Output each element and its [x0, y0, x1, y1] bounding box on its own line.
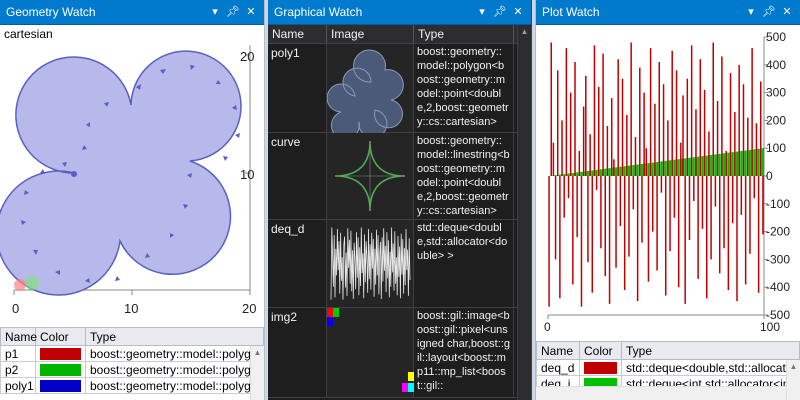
graphical-watch-table: Name Image Type poly1 boost::geometry::m…: [268, 25, 531, 398]
close-icon[interactable]: ✕: [244, 5, 258, 19]
table-row[interactable]: poly1 boost::geometry::model::polygon: [0, 377, 264, 394]
x-tick-label: 10: [124, 301, 138, 316]
x-tick-label: 100: [760, 320, 780, 334]
vertical-scrollbar[interactable]: ▲: [517, 25, 531, 400]
plot-watch-title: Plot Watch: [542, 5, 600, 19]
poly1-preview: [326, 44, 414, 140]
plot-canvas: 5004003002001000-100-200-300-400-5000 100: [544, 30, 790, 334]
deq-d-preview: [327, 220, 414, 307]
pin-icon[interactable]: 📌︎: [226, 5, 240, 19]
variable-type: std::deque<double,std::allocator<double>…: [621, 359, 800, 376]
dropdown-icon[interactable]: ▾: [475, 5, 489, 19]
geometry-watch-title: Geometry Watch: [6, 5, 96, 19]
vertical-scrollbar[interactable]: ▲: [250, 346, 264, 400]
y-tick-label: 500: [766, 30, 786, 44]
x-tick-label: 0: [12, 301, 19, 316]
scroll-up-icon[interactable]: ▲: [787, 360, 800, 374]
table-row[interactable]: deq_d std::deque<double,std::allocator<d…: [268, 220, 531, 308]
deq-d-sparkline: [330, 227, 411, 300]
y-tick-label: 300: [766, 86, 786, 100]
geometry-watch-pane: Geometry Watch ▾ 📌︎ ✕ cartesian 0 10 20 …: [0, 0, 265, 400]
plot-watch-pane: Plot Watch ▾ 📌︎ ✕ 500 400 300 200 100 0 -100 -2…: [535, 0, 800, 400]
column-header-name[interactable]: Name: [268, 25, 327, 43]
plot-area[interactable]: 500 400 300 200 100 0 -100 -200 -300 -400 -500 0 100: [536, 25, 800, 340]
geometry-plot[interactable]: cartesian 0 10 20 20 10: [0, 25, 264, 325]
y-tick-label: -100: [766, 197, 790, 211]
pin-icon[interactable]: 📌︎: [493, 5, 507, 19]
variable-type: boost::geometry::model::linestring<boost…: [414, 133, 514, 219]
poly1-vertex: [71, 171, 77, 177]
y-tick-label: 400: [766, 58, 786, 72]
column-header-name[interactable]: Name: [0, 327, 37, 346]
scroll-up-icon[interactable]: ▲: [518, 25, 531, 39]
table-row[interactable]: p2 boost::geometry::model::polygon: [0, 361, 264, 378]
scroll-up-icon[interactable]: ▲: [251, 346, 264, 360]
poly1-shape: [0, 50, 242, 296]
variable-name[interactable]: deq_d: [536, 359, 580, 376]
table-row[interactable]: poly1 boost::geometry::model::polygon<bo…: [268, 44, 531, 140]
geometry-variables-table: Name Color Type p1 boost::geometry::mode…: [0, 327, 264, 394]
dropdown-icon[interactable]: ▾: [208, 5, 222, 19]
p2-shape: [25, 276, 39, 290]
variable-name[interactable]: img2: [268, 308, 327, 397]
dropdown-icon[interactable]: ▾: [744, 5, 758, 19]
p1-shape: [14, 279, 26, 291]
variable-type: boost::geometry::model::polygon: [85, 377, 264, 394]
x-tick-label: 20: [242, 301, 256, 316]
column-header-image[interactable]: Image: [327, 25, 414, 43]
column-header-type[interactable]: Type: [414, 25, 514, 43]
variable-name[interactable]: p1: [0, 345, 36, 362]
color-swatch[interactable]: [579, 359, 622, 376]
y-tick-label: 0: [766, 169, 773, 183]
vertical-scrollbar[interactable]: ▲: [786, 360, 800, 400]
column-header-type[interactable]: Type: [621, 341, 800, 360]
geometry-canvas: 0 10 20 20 10: [0, 45, 256, 316]
color-swatch[interactable]: [35, 361, 86, 378]
variable-name[interactable]: poly1: [0, 377, 36, 394]
y-tick-label: 100: [766, 141, 786, 155]
x-tick-label: 0: [544, 320, 551, 334]
variable-type: boost::gil::image<boost::gil::pixel<unsi…: [414, 308, 514, 397]
curve-preview: [327, 133, 414, 219]
y-tick-label: 200: [766, 113, 786, 127]
y-tick-label: 10: [240, 167, 254, 182]
y-tick-label: -200: [766, 225, 790, 239]
variable-name[interactable]: curve: [268, 133, 327, 219]
img2-preview: [327, 308, 414, 397]
color-swatch[interactable]: [35, 377, 86, 394]
close-icon[interactable]: ✕: [780, 5, 794, 19]
table-row[interactable]: img2 boost::gil::image<boost::gil::pixel…: [268, 308, 531, 398]
variable-type: boost::geometry::model::polygon<boost::g…: [414, 44, 514, 132]
graphical-watch-title: Graphical Watch: [274, 5, 363, 19]
graphical-watch-pane: Graphical Watch ▾ 📌︎ ✕ Name Image Type p…: [268, 0, 532, 400]
geometry-watch-titlebar[interactable]: Geometry Watch ▾ 📌︎ ✕: [0, 0, 264, 25]
pin-icon[interactable]: 📌︎: [762, 5, 776, 19]
coordinate-system-label: cartesian: [4, 27, 53, 41]
y-tick-label: -400: [766, 280, 790, 294]
variable-type: boost::geometry::model::polygon: [85, 361, 264, 378]
column-header-color[interactable]: Color: [35, 327, 86, 346]
variable-name[interactable]: deq_d: [268, 220, 327, 307]
plot-watch-titlebar[interactable]: Plot Watch ▾ 📌︎ ✕: [536, 0, 800, 25]
variable-name[interactable]: poly1: [268, 44, 327, 132]
y-tick-label: 20: [240, 49, 254, 64]
variable-type: std::deque<double,std::allocator<double>…: [414, 220, 514, 307]
variable-type: boost::geometry::model::polygon: [85, 345, 264, 362]
graphical-watch-titlebar[interactable]: Graphical Watch ▾ 📌︎ ✕: [268, 0, 531, 25]
column-header-name[interactable]: Name: [536, 341, 580, 360]
y-tick-label: -300: [766, 252, 790, 266]
table-row[interactable]: curve boost::geometry::model::linestring…: [268, 133, 531, 220]
color-swatch[interactable]: [35, 345, 86, 362]
horizontal-scrollbar[interactable]: [536, 386, 786, 400]
table-row[interactable]: p1 boost::geometry::model::polygon: [0, 345, 264, 362]
table-row[interactable]: deq_d std::deque<double,std::allocator<d…: [536, 359, 800, 376]
column-header-type[interactable]: Type: [85, 327, 264, 346]
variable-name[interactable]: p2: [0, 361, 36, 378]
close-icon[interactable]: ✕: [511, 5, 525, 19]
column-header-color[interactable]: Color: [579, 341, 622, 360]
plot-variables-table: Name Color Type deq_d std::deque<double,…: [536, 341, 800, 392]
